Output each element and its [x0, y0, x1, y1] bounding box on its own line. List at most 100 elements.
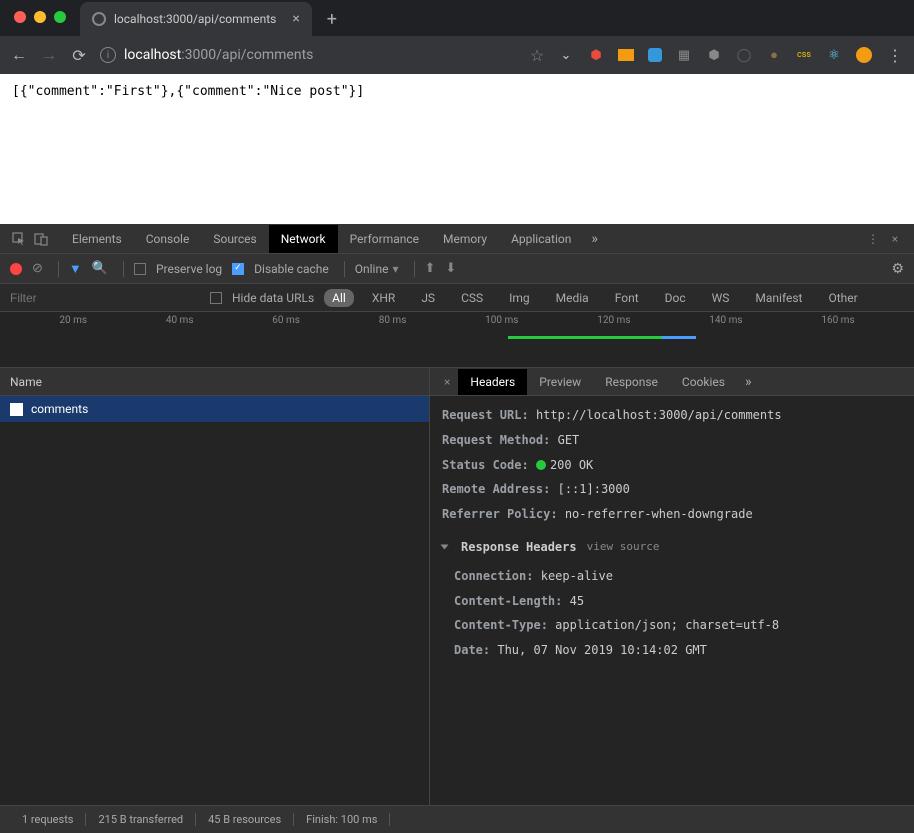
- ext-avatar-icon[interactable]: [856, 47, 872, 63]
- filter-font[interactable]: Font: [607, 289, 647, 307]
- tab-memory[interactable]: Memory: [431, 225, 499, 253]
- device-toggle-icon[interactable]: [30, 226, 52, 252]
- status-resources: 45 B resources: [196, 813, 294, 826]
- filter-img[interactable]: Img: [501, 289, 538, 307]
- label: Date:: [454, 643, 490, 657]
- site-info-icon[interactable]: i: [100, 47, 116, 63]
- filter-toggle-icon[interactable]: ▼: [69, 261, 82, 277]
- tick: 80 ms: [379, 315, 407, 326]
- filter-input[interactable]: [10, 291, 150, 305]
- filter-doc[interactable]: Doc: [657, 289, 694, 307]
- close-detail-icon[interactable]: ×: [436, 375, 458, 389]
- request-row[interactable]: comments: [0, 396, 429, 422]
- url-path: :3000/api/comments: [181, 47, 313, 63]
- network-status-bar: 1 requests 215 B transferred 45 B resour…: [0, 805, 914, 833]
- response-headers-section[interactable]: Response Headers view source: [442, 536, 902, 559]
- filter-other[interactable]: Other: [820, 289, 865, 307]
- request-list: Name comments: [0, 368, 430, 805]
- status-transferred: 215 B transferred: [86, 813, 196, 826]
- record-button[interactable]: [10, 263, 22, 275]
- new-tab-button[interactable]: +: [318, 5, 346, 33]
- ext-css-icon[interactable]: css: [796, 47, 812, 63]
- document-icon: [10, 403, 23, 416]
- response-body-text: [{"comment":"First"},{"comment":"Nice po…: [12, 84, 364, 99]
- bookmark-star-icon[interactable]: ☆: [528, 46, 546, 65]
- detail-tab-cookies[interactable]: Cookies: [670, 369, 737, 395]
- forward-button[interactable]: →: [40, 45, 58, 65]
- tab-elements[interactable]: Elements: [60, 225, 134, 253]
- page-content: [{"comment":"First"},{"comment":"Nice po…: [0, 74, 914, 224]
- close-window-button[interactable]: [14, 11, 26, 23]
- tab-performance[interactable]: Performance: [338, 225, 431, 253]
- ublock-icon[interactable]: ⬢: [706, 47, 722, 63]
- ext-circle-icon[interactable]: ◯: [736, 47, 752, 63]
- tick: 100 ms: [485, 315, 518, 326]
- name-column-header[interactable]: Name: [0, 368, 429, 396]
- tab-application[interactable]: Application: [499, 225, 583, 253]
- tab-title: localhost:3000/api/comments: [114, 12, 276, 26]
- disable-cache-checkbox[interactable]: [232, 263, 244, 275]
- hide-data-urls-checkbox[interactable]: [210, 292, 222, 304]
- network-toolbar: ⊘ ▼ 🔍 Preserve log Disable cache Online▾…: [0, 254, 914, 284]
- browser-tab[interactable]: localhost:3000/api/comments ×: [80, 2, 312, 36]
- disable-cache-label: Disable cache: [254, 262, 329, 276]
- filter-manifest[interactable]: Manifest: [747, 289, 810, 307]
- throttling-select[interactable]: Online▾: [355, 262, 399, 276]
- detail-tab-bar: × Headers Preview Response Cookies »: [430, 368, 914, 396]
- filter-xhr[interactable]: XHR: [364, 289, 403, 307]
- filter-css[interactable]: CSS: [453, 289, 491, 307]
- filter-ws[interactable]: WS: [704, 289, 738, 307]
- request-detail: × Headers Preview Response Cookies » Req…: [430, 368, 914, 805]
- window-controls: [14, 11, 66, 23]
- value: no-referrer-when-downgrade: [565, 507, 753, 521]
- react-devtools-icon[interactable]: ⚛: [826, 47, 842, 63]
- detail-tab-response[interactable]: Response: [593, 369, 670, 395]
- tab-sources[interactable]: Sources: [201, 225, 268, 253]
- url-field[interactable]: i localhost:3000/api/comments: [100, 47, 516, 63]
- ext-orange-icon[interactable]: [618, 49, 634, 61]
- filter-js[interactable]: JS: [413, 289, 443, 307]
- ext-cards-icon[interactable]: ▦: [676, 47, 692, 63]
- devtools-menu-icon[interactable]: ⋮: [862, 226, 884, 252]
- view-source-link[interactable]: view source: [587, 537, 660, 558]
- search-icon[interactable]: 🔍: [92, 261, 108, 276]
- filter-bar: Hide data URLs All XHR JS CSS Img Media …: [0, 284, 914, 312]
- preserve-log-checkbox[interactable]: [134, 263, 146, 275]
- download-har-icon[interactable]: ⬇: [445, 261, 456, 276]
- browser-window: localhost:3000/api/comments × + ← → ⟳ i …: [0, 0, 914, 833]
- maximize-window-button[interactable]: [54, 11, 66, 23]
- back-button[interactable]: ←: [10, 45, 28, 65]
- browser-menu-icon[interactable]: ⋮: [886, 46, 904, 65]
- devtools-close-icon[interactable]: ×: [884, 226, 906, 252]
- tab-network[interactable]: Network: [269, 225, 338, 253]
- tick: 40 ms: [166, 315, 194, 326]
- tick: 60 ms: [272, 315, 300, 326]
- pocket-icon[interactable]: ⌄: [558, 47, 574, 63]
- detail-tab-headers[interactable]: Headers: [458, 369, 527, 395]
- detail-tab-preview[interactable]: Preview: [527, 369, 593, 395]
- value: 200 OK: [550, 458, 593, 472]
- clear-button[interactable]: ⊘: [32, 261, 43, 276]
- upload-har-icon[interactable]: ⬆: [425, 261, 436, 276]
- extension-icons: ⌄ ⬢ ▦ ⬢ ◯ ● css ⚛ ⋮: [558, 46, 904, 65]
- filter-media[interactable]: Media: [548, 289, 597, 307]
- tab-console[interactable]: Console: [134, 225, 202, 253]
- disclosure-triangle-icon: [441, 545, 449, 550]
- more-tabs-icon[interactable]: »: [583, 231, 606, 247]
- ext-blue-icon[interactable]: [648, 48, 662, 62]
- tick: 160 ms: [821, 315, 854, 326]
- more-detail-tabs-icon[interactable]: »: [737, 374, 760, 390]
- value: application/json; charset=utf-8: [555, 618, 779, 632]
- close-tab-icon[interactable]: ×: [292, 11, 299, 27]
- minimize-window-button[interactable]: [34, 11, 46, 23]
- shield-icon[interactable]: ⬢: [588, 47, 604, 63]
- ext-cookie-icon[interactable]: ●: [766, 47, 782, 63]
- filter-all[interactable]: All: [324, 289, 354, 307]
- label: Referrer Policy:: [442, 507, 558, 521]
- waterfall-overview[interactable]: 20 ms 40 ms 60 ms 80 ms 100 ms 120 ms 14…: [0, 312, 914, 368]
- request-name: comments: [31, 402, 88, 416]
- network-settings-icon[interactable]: ⚙: [891, 261, 904, 277]
- status-finish: Finish: 100 ms: [294, 813, 390, 826]
- inspect-element-icon[interactable]: [8, 226, 30, 252]
- reload-button[interactable]: ⟳: [70, 46, 88, 65]
